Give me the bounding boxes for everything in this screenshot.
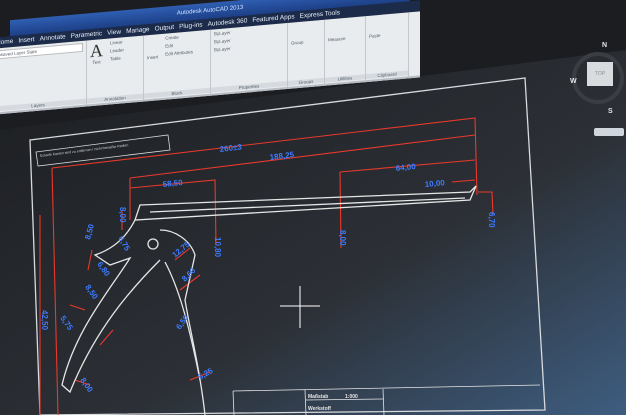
dim-800[interactable]: 8,00 [338, 230, 347, 246]
measure-button[interactable]: Measure [328, 34, 362, 43]
layers-panel: Unsaved Layer State Layers [0, 40, 87, 114]
viewcube-top-face[interactable]: TOP [587, 62, 613, 86]
table-button[interactable]: Table [110, 55, 124, 62]
compass-west[interactable]: W [570, 78, 577, 85]
utilities-panel: Measure Utilities [325, 16, 366, 84]
scale-value: 1:000 [345, 394, 358, 400]
wcs-menu-button[interactable] [594, 128, 624, 136]
material-label: Werkstoff [308, 406, 331, 412]
group-button[interactable]: Group [291, 38, 321, 46]
dim-a9[interactable]: 42,50 [40, 310, 49, 331]
utilities-panel-label[interactable]: Utilities [325, 74, 365, 83]
text-icon: A [90, 40, 103, 62]
edit-attributes-button[interactable]: Edit Attributes [165, 49, 193, 56]
annotation-panel: A Text Linear Leader Table Annotation [87, 35, 144, 105]
viewcube[interactable]: N W S TOP [560, 40, 626, 115]
paste-button[interactable]: Paste [369, 31, 405, 39]
block-panel: Insert Create Edit Edit Attributes Block [144, 29, 211, 100]
insert-block-button[interactable]: Insert [147, 54, 158, 97]
compass-south[interactable]: S [608, 108, 613, 115]
dim-800b[interactable]: 8,00 [118, 207, 127, 223]
dim-1080[interactable]: 10,80 [213, 237, 222, 258]
layers-panel-label[interactable]: Layers [0, 98, 86, 112]
clipboard-panel: Paste Clipboard [366, 12, 409, 81]
scale-label: Maßstab [308, 394, 328, 400]
leader-button[interactable]: Leader [110, 47, 124, 53]
properties-panel: ByLayer ByLayer ByLayer Properties [211, 22, 288, 94]
edit-block-button[interactable]: Edit [165, 41, 193, 49]
properties-panel-label[interactable]: Properties [211, 81, 287, 93]
dim-670[interactable]: 6,70 [487, 212, 496, 228]
clipboard-panel-label[interactable]: Clipboard [366, 70, 408, 80]
groups-panel-label[interactable]: Groups [288, 77, 324, 86]
linear-dimension-button[interactable]: Linear [110, 39, 124, 45]
text-button[interactable]: Text [92, 59, 100, 65]
dim-10[interactable]: 10,00 [424, 178, 445, 189]
create-block-button[interactable]: Create [165, 33, 193, 40]
compass-north[interactable]: N [602, 42, 607, 49]
groups-panel: Group Groups [288, 19, 325, 87]
